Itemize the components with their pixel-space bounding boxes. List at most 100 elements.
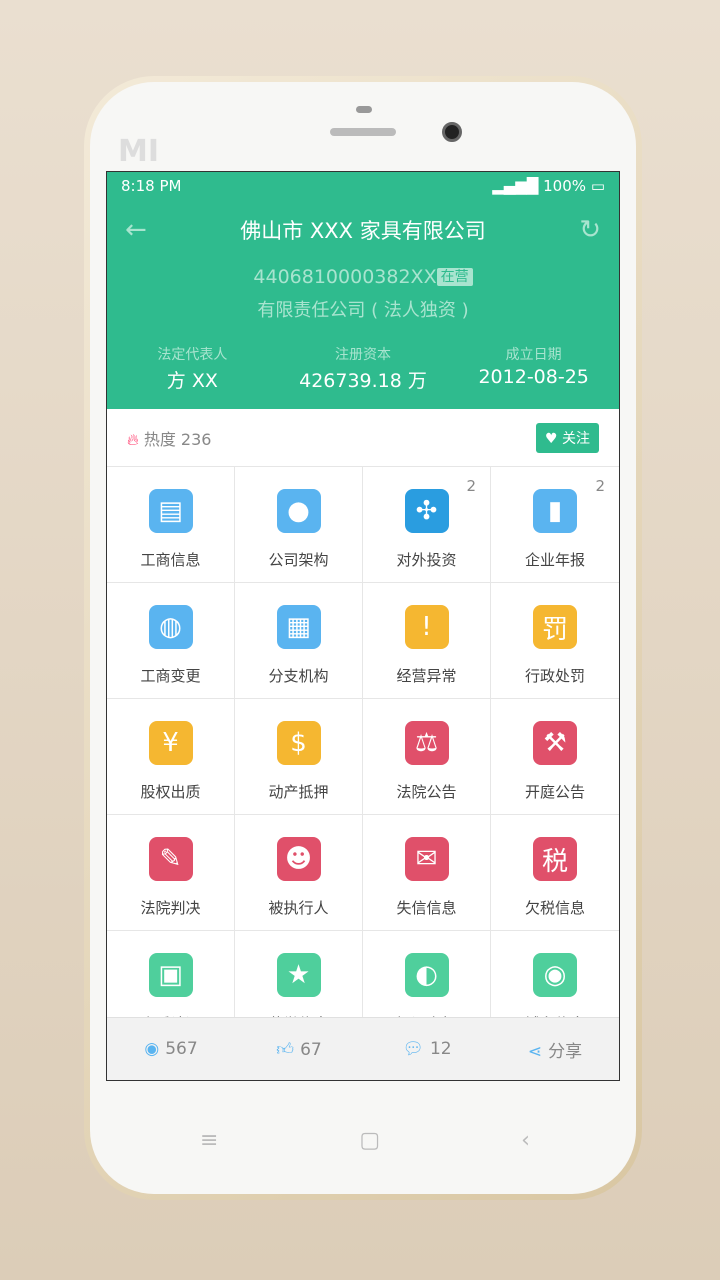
grid-item-label: 企业年报 [524, 551, 585, 569]
grid-item[interactable]: $ 动产抵押 [235, 699, 363, 815]
grid-item[interactable]: ⚖ 法院公告 [363, 699, 491, 815]
heart-icon: ♥ [544, 430, 558, 447]
grid-item-label: 行政处罚 [524, 667, 585, 685]
grid-item-label: 公司架构 [268, 551, 329, 569]
globe-cursor-icon: ◉ [533, 953, 577, 997]
battery-icon: ▭ [590, 177, 605, 195]
certificate-icon: ▣ [148, 953, 193, 997]
eye-icon: ◉ [144, 1039, 160, 1059]
coin-hand-icon: ¥ [148, 721, 193, 765]
company-type: 有限责任公司 ( 法人独资 ) [257, 300, 469, 321]
bottom-action[interactable]: ⋖ 分享 [491, 1037, 619, 1062]
share-icon: ⋖ [527, 1041, 543, 1062]
bottom-action[interactable]: ◉ 567 [107, 1039, 235, 1059]
grid-item[interactable]: ⚒ 开庭公告 [491, 699, 619, 815]
company-header: 8:18 PM ▂▄▆█ 100% ▭ ← 佛山市 XXX 家具有限公司 ↻ 4… [107, 172, 619, 409]
signal-icon: ▂▄▆█ [492, 177, 539, 195]
bottom-action-value: 分享 [548, 1041, 583, 1062]
network-icon: ✣ [404, 489, 449, 533]
document-info-icon: ▤ [148, 489, 193, 533]
grid-item-label: 工商信息 [140, 551, 201, 569]
grid-item[interactable]: ☻ 被执行人 [235, 815, 363, 931]
grid-item[interactable]: ◍ 工商变更 [107, 583, 235, 699]
comment-icon: 💬︎ [402, 1039, 424, 1059]
grid-item-label: 经营异常 [396, 667, 457, 685]
registration-number: 4406810000382XX [253, 266, 437, 288]
refresh-icon[interactable]: ↻ [579, 215, 601, 245]
stat-item: 成立日期 2012-08-25 [448, 344, 619, 393]
grid-item[interactable]: ¥ 股权出质 [107, 699, 235, 815]
grid-item[interactable]: ✉ 失信信息 [363, 815, 491, 931]
police-icon: ☻ [276, 837, 321, 881]
grid-item-label: 欠税信息 [524, 899, 585, 917]
grid-item[interactable]: 罚行政处罚 [491, 583, 619, 699]
money-bag-icon: $ [276, 721, 321, 765]
ip-icon: ◐ [404, 953, 449, 997]
stat-item: 注册资本 426739.18 万 [278, 344, 449, 393]
penalty-icon: 罚 [533, 605, 577, 649]
grid-item-label: 工商变更 [140, 667, 201, 685]
feature-grid: ▤ 工商信息 ● 公司架构 ✣ 对外投资 2 ▮ 企业年报 2 ◍ 工商变更 ▦ 分支机构! 经营异常 罚行政… [107, 467, 619, 1047]
follow-button[interactable]: ♥ 关注 [535, 422, 599, 453]
status-badge: 在营 [436, 268, 473, 286]
grid-item[interactable]: ▤ 工商信息 [107, 467, 235, 583]
grid-item-label: 被执行人 [268, 899, 329, 917]
bottom-action-value: 67 [300, 1039, 322, 1060]
thumbs-up-icon: 👍︎ [276, 1039, 295, 1060]
bottom-action[interactable]: 💬︎ 12 [363, 1039, 491, 1059]
status-time: 8:18 PM [121, 177, 182, 195]
home-icon[interactable]: ▢ [359, 1128, 380, 1153]
award-icon: ★ [276, 953, 321, 997]
grid-item-label: 法院公告 [396, 783, 457, 801]
stat-label: 注册资本 [335, 347, 391, 363]
stat-value: 2012-08-25 [478, 366, 589, 388]
grid-item[interactable]: ▮ 企业年报 2 [491, 467, 619, 583]
grid-item-label: 法院判决 [140, 899, 201, 917]
grid-item[interactable]: ● 公司架构 [235, 467, 363, 583]
screen: 8:18 PM ▂▄▆█ 100% ▭ ← 佛山市 XXX 家具有限公司 ↻ 4… [106, 171, 620, 1081]
battery-level: 100% [543, 177, 587, 195]
grid-item-label: 开庭公告 [524, 783, 585, 801]
mi-logo: MI [118, 134, 160, 169]
phone-nav-bar: ≡ ▢ ‹ [200, 1128, 530, 1153]
back-arrow-icon[interactable]: ← [125, 215, 147, 245]
grid-item[interactable]: 税欠税信息 [491, 815, 619, 931]
status-bar: 8:18 PM ▂▄▆█ 100% ▭ [107, 172, 619, 200]
grid-item-label: 失信信息 [396, 899, 457, 917]
warning-icon: ! [404, 605, 449, 649]
speaker [330, 128, 396, 136]
heat-row: 🔥︎ 热度 236 ♥ 关注 [107, 409, 619, 467]
grid-item-label: 动产抵押 [268, 783, 329, 801]
document-stamp-icon: ✉ [404, 837, 449, 881]
grid-item-label: 分支机构 [268, 667, 329, 685]
bar-chart-icon: ▮ [533, 489, 577, 533]
stat-item: 法定代表人方 XX [107, 344, 278, 393]
scroll-icon: ✎ [148, 837, 193, 881]
org-chart-icon: ▦ [276, 605, 321, 649]
back-icon[interactable]: ‹ [521, 1128, 530, 1153]
person-icon: ● [276, 489, 321, 533]
bottom-action[interactable]: 👍︎ 67 [235, 1039, 363, 1060]
grid-item[interactable]: ✎ 法院判决 [107, 815, 235, 931]
bottom-action-bar: ◉ 567 👍︎ 67 💬︎ 12 ⋖ 分享 [107, 1017, 619, 1080]
camera [442, 122, 462, 142]
scales-icon: ⚖ [404, 721, 449, 765]
grid-item[interactable]: ! 经营异常 [363, 583, 491, 699]
stat-value: 方 XX [166, 370, 218, 392]
stat-label: 法定代表人 [157, 347, 228, 363]
heat-label: 热度 236 [143, 429, 212, 449]
stat-label: 成立日期 [505, 347, 562, 363]
gavel-icon: ⚒ [533, 721, 577, 765]
page-title: 佛山市 XXX 家具有限公司 [240, 219, 486, 243]
stat-value: 426739.18 万 [299, 370, 427, 392]
count-badge: 2 [595, 477, 605, 495]
flame-icon: 🔥︎ [127, 429, 139, 449]
grid-item[interactable]: ▦ 分支机构 [235, 583, 363, 699]
bottom-action-value: 12 [429, 1039, 452, 1059]
grid-item-label: 对外投资 [396, 551, 457, 569]
bottom-action-value: 567 [165, 1039, 198, 1059]
grid-item[interactable]: ✣ 对外投资 2 [363, 467, 491, 583]
menu-icon[interactable]: ≡ [200, 1128, 218, 1153]
sensor [356, 106, 372, 113]
change-icon: ◍ [148, 605, 193, 649]
